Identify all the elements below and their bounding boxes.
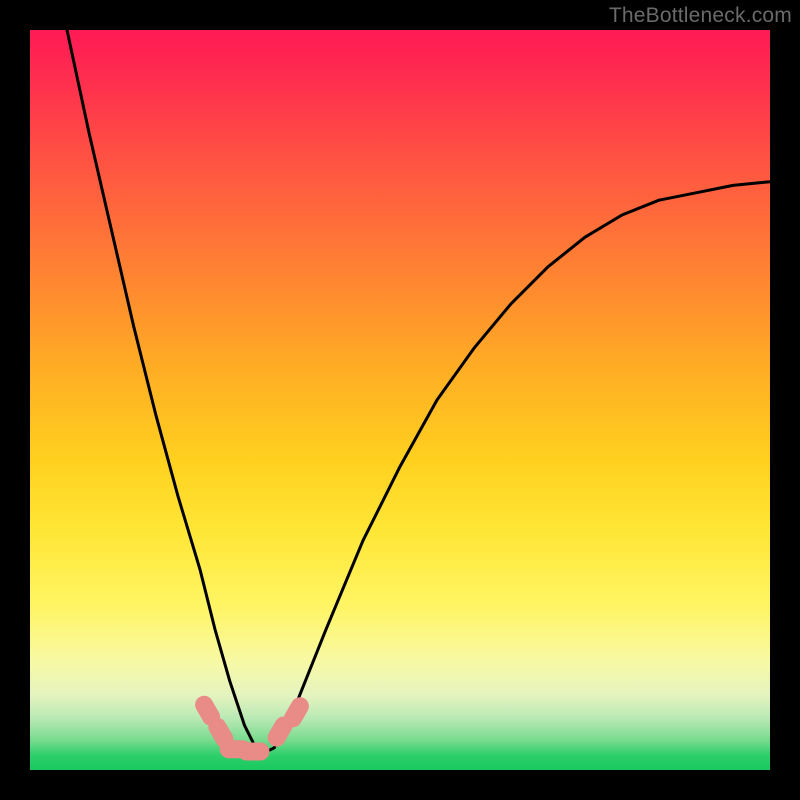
marker-group: [192, 692, 312, 760]
curve-layer: [30, 30, 770, 770]
bottleneck-curve: [67, 30, 770, 755]
watermark-text: TheBottleneck.com: [609, 4, 792, 28]
bottleneck-curve-path: [67, 30, 770, 755]
plot-area: [30, 30, 770, 770]
point-d: [237, 743, 269, 761]
chart-frame: TheBottleneck.com: [0, 0, 800, 800]
